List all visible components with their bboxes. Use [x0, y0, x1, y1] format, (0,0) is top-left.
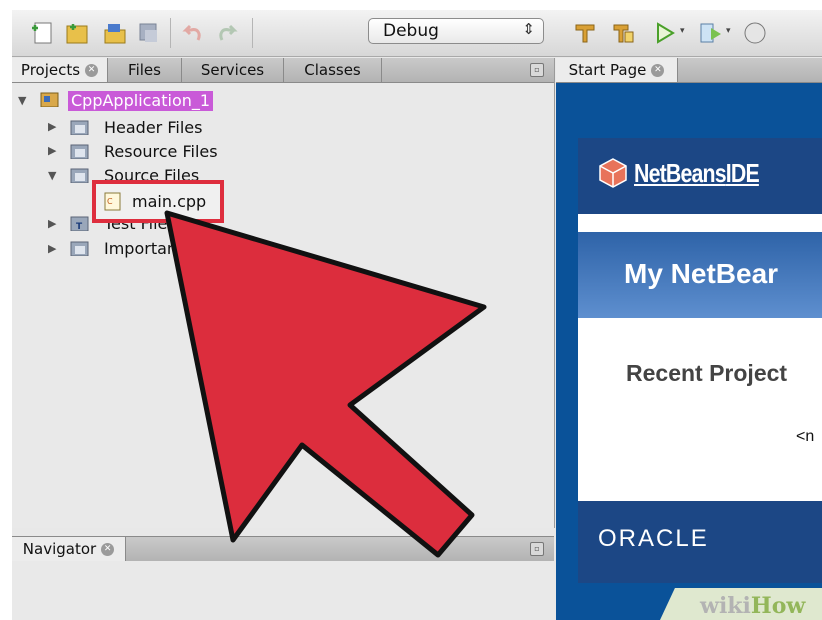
tree-item-resource-files[interactable]: Resource Files — [104, 141, 218, 163]
navigator-tabbar: Navigator ✕ ▫ — [12, 536, 554, 562]
folder-icon: T — [70, 216, 89, 231]
oracle-logo: ORACLE — [598, 525, 709, 552]
tab-classes[interactable]: Classes — [284, 58, 382, 82]
main-toolbar: Debug ⇕ ▾ ▾ — [12, 10, 822, 57]
netbeans-logo-word: NetBeans — [634, 158, 727, 188]
svg-text:T: T — [76, 222, 83, 231]
maximize-icon[interactable]: ▫ — [530, 542, 544, 556]
folder-icon — [70, 120, 89, 135]
recent-projects-heading: Recent Project — [626, 360, 788, 386]
undo-icon[interactable] — [180, 20, 206, 46]
tab-files-label: Files — [128, 61, 161, 79]
my-netbeans-band: My NetBear — [578, 232, 822, 318]
netbeans-logo-icon — [599, 158, 627, 188]
projects-panel: Projects ✕ Files Services Classes ▫ ▼ Cpp… — [12, 58, 555, 528]
tab-projects-label: Projects — [20, 61, 81, 79]
editor-tabbar: Start Page ✕ — [556, 58, 822, 83]
wikihow-watermark: wikiHow — [700, 592, 805, 620]
expand-triangle-icon[interactable]: ▶ — [48, 242, 56, 255]
expand-triangle-icon[interactable]: ▼ — [48, 169, 56, 182]
expand-triangle-icon[interactable]: ▶ — [48, 120, 56, 133]
folder-icon — [70, 241, 89, 256]
start-page-card: NetBeansIDE My NetBear Recent Project <n… — [578, 138, 822, 583]
open-project-icon[interactable] — [102, 20, 128, 46]
run-icon[interactable] — [652, 20, 678, 46]
folder-icon — [70, 144, 89, 159]
tab-start-page[interactable]: Start Page ✕ — [556, 58, 678, 82]
project-name[interactable]: CppApplication_1 — [68, 91, 214, 111]
configuration-select[interactable]: Debug ⇕ — [368, 18, 544, 44]
close-icon[interactable]: ✕ — [651, 64, 665, 77]
tree-item-header-files[interactable]: Header Files — [104, 117, 202, 139]
my-netbeans-heading: My NetBear — [624, 258, 779, 289]
folder-icon — [70, 168, 89, 183]
start-page: NetBeansIDE My NetBear Recent Project <n… — [556, 83, 822, 620]
cpp-file-icon: C — [104, 192, 121, 211]
new-project-icon[interactable] — [64, 20, 90, 46]
tab-start-page-label: Start Page — [568, 61, 647, 79]
tab-services-label: Services — [200, 61, 265, 79]
close-project-icon[interactable] — [136, 20, 162, 46]
profile-icon[interactable] — [742, 20, 768, 46]
watermark-part2: How — [750, 593, 806, 619]
oracle-footer: ORACLE — [578, 501, 822, 583]
expand-triangle-icon[interactable]: ▼ — [18, 94, 26, 107]
expand-triangle-icon[interactable]: ▶ — [48, 217, 56, 230]
tab-projects[interactable]: Projects ✕ — [12, 58, 108, 82]
project-icon — [40, 92, 59, 107]
tree-item-main-cpp[interactable]: main.cpp — [132, 191, 206, 213]
close-icon[interactable]: ✕ — [85, 64, 99, 77]
expand-triangle-icon[interactable]: ▶ — [48, 144, 56, 157]
navigator-panel — [12, 561, 554, 620]
main-cpp-highlight: C main.cpp — [92, 180, 224, 223]
redo-icon[interactable] — [214, 20, 240, 46]
tab-files[interactable]: Files — [108, 58, 182, 82]
editor-panel: Start Page ✕ NetBeansIDE My NetBear Recen… — [556, 58, 822, 620]
debug-dropdown-icon[interactable]: ▾ — [726, 26, 731, 36]
clean-build-icon[interactable] — [572, 20, 598, 46]
build-icon[interactable] — [610, 20, 636, 46]
new-file-icon[interactable] — [30, 20, 56, 46]
select-arrows-icon: ⇕ — [522, 20, 535, 38]
netbeans-logo-suffix: IDE — [725, 158, 760, 188]
netbeans-header: NetBeansIDE — [578, 138, 822, 214]
close-icon[interactable]: ✕ — [101, 543, 115, 556]
tab-navigator[interactable]: Navigator ✕ — [12, 537, 126, 561]
tab-navigator-label: Navigator — [22, 540, 97, 558]
projects-tabbar: Projects ✕ Files Services Classes ▫ — [12, 58, 554, 83]
ide-window: Debug ⇕ ▾ ▾ Projects ✕ Files Services Cl… — [12, 10, 822, 620]
netbeans-logo-text[interactable]: NetBeansIDE — [634, 158, 760, 189]
debug-icon[interactable] — [698, 20, 724, 46]
configuration-value: Debug — [383, 21, 439, 41]
tab-services[interactable]: Services — [182, 58, 284, 82]
run-dropdown-icon[interactable]: ▾ — [680, 26, 685, 36]
tree-item-important-files[interactable]: Important Files — [104, 238, 224, 260]
tab-classes-label: Classes — [304, 61, 361, 79]
watermark-part1: wiki — [700, 593, 751, 619]
no-recent-projects-text: <n — [796, 428, 815, 445]
maximize-icon[interactable]: ▫ — [530, 63, 544, 77]
svg-text:C: C — [107, 197, 113, 206]
